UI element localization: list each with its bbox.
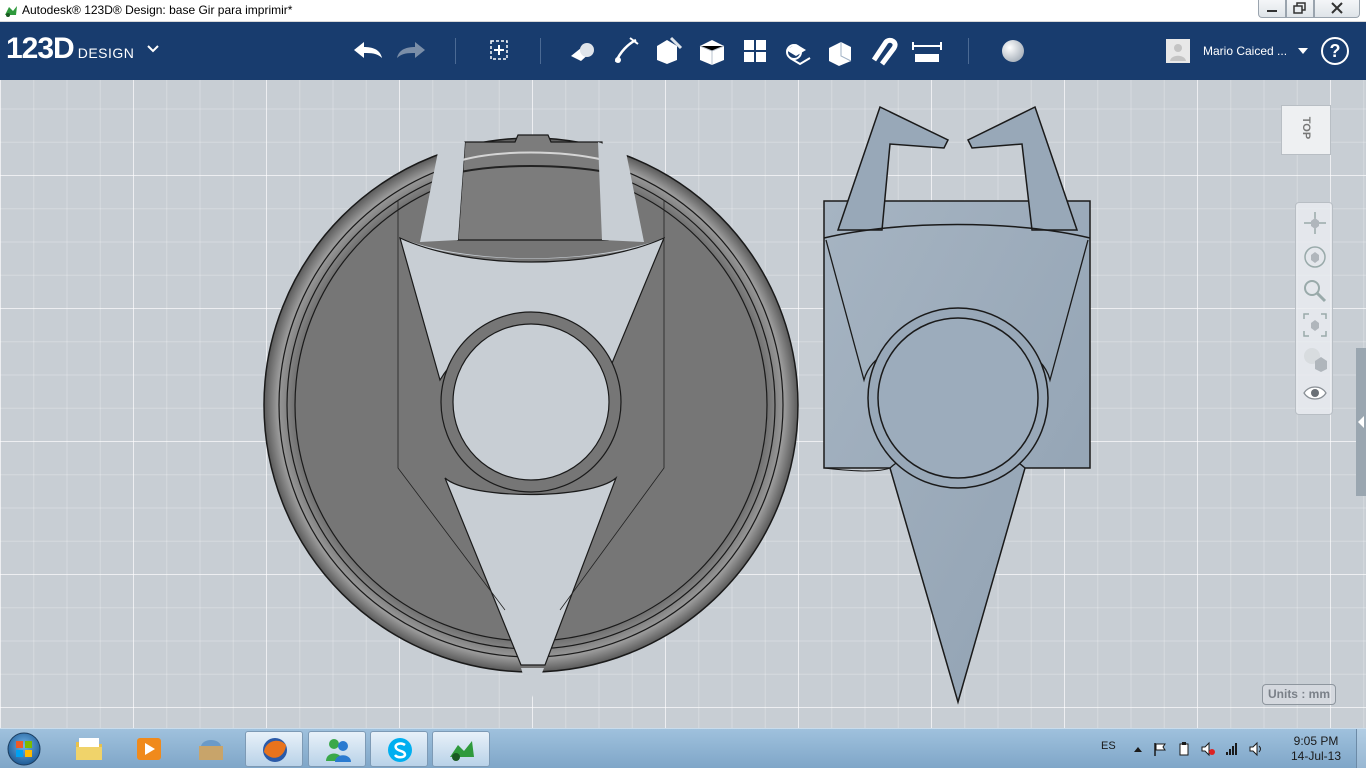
close-button[interactable] [1314,0,1360,18]
show-hidden-icons-icon[interactable] [1130,741,1146,757]
zoom-icon[interactable] [1301,277,1329,305]
app-toolbar: 123D DESIGN Mario Caiced ... ? [0,22,1366,80]
network-signal-icon[interactable] [1224,741,1240,757]
start-button[interactable] [3,730,45,768]
taskbar-123d-design[interactable] [432,731,490,767]
toolbar-separator [968,38,969,64]
orbit-icon[interactable] [1301,243,1329,271]
user-name[interactable]: Mario Caiced ... [1203,44,1287,58]
chevron-left-icon [1358,416,1364,428]
messenger-icon [326,739,351,762]
combine-icon[interactable] [823,34,859,68]
redo-icon[interactable] [393,34,429,68]
grouping-icon[interactable] [780,34,816,68]
sketch-icon[interactable] [608,34,644,68]
app-menu-button[interactable]: 123D DESIGN [6,32,159,66]
firefox-icon [263,738,287,762]
pan-icon[interactable] [1301,209,1329,237]
logo-number: 123D [6,32,75,65]
undo-icon[interactable] [350,34,386,68]
primitives-icon[interactable] [565,34,601,68]
toolbar-separator [540,38,541,64]
snap-icon[interactable] [866,34,902,68]
user-icon [1170,44,1186,61]
taskbar-messenger[interactable] [308,731,366,767]
measure-icon[interactable] [909,34,945,68]
123d-app-icon [5,6,17,17]
model-part-right[interactable] [823,105,1091,705]
minimize-button[interactable] [1258,0,1286,18]
taskbar-skype[interactable] [370,731,428,767]
title-bar: Autodesk® 123D® Design: base Gir para im… [0,0,1366,22]
construct-icon[interactable] [651,34,687,68]
taskbar-firefox[interactable] [245,731,303,767]
3d-viewport[interactable]: TOP Units : mm [0,80,1366,728]
toolbar-separator [455,38,456,64]
show-desktop-button[interactable] [1356,729,1366,768]
restore-icon [1293,2,1306,14]
device-icon[interactable] [1176,741,1192,757]
navigation-bar [1295,202,1333,415]
archive-icon [199,740,223,760]
taskbar-explorer[interactable] [60,731,118,767]
taskbar-archive[interactable] [182,731,240,767]
scene-canvas[interactable] [0,80,1366,728]
explorer-icon [76,738,102,760]
minimize-icon [1267,10,1277,12]
visual-style-icon[interactable] [1301,345,1329,373]
caret-down-icon[interactable] [1298,48,1308,54]
logo-word: DESIGN [77,45,135,61]
system-clock[interactable]: 9:05 PM 14-Jul-13 [1276,734,1356,764]
window-title: Autodesk® 123D® Design: base Gir para im… [22,3,293,17]
view-cube-label: TOP [1300,116,1312,140]
model-part-left[interactable] [263,134,799,700]
speaker-icon[interactable] [1248,741,1264,757]
windows-taskbar: ES 9:05 PM 14-Jul-13 [0,728,1366,768]
clock-time: 9:05 PM [1293,734,1339,748]
123d-design-icon [450,741,474,761]
view-cube[interactable]: TOP [1281,105,1331,155]
chevron-down-icon [147,45,159,53]
restore-button[interactable] [1286,0,1314,18]
clock-date: 14-Jul-13 [1290,749,1342,763]
media-player-icon [137,738,161,760]
help-button[interactable]: ? [1321,37,1349,65]
skype-icon [388,738,412,762]
action-center-flag-icon[interactable] [1152,741,1168,757]
side-panel-toggle[interactable] [1356,348,1366,496]
volume-muted-icon[interactable] [1200,741,1216,757]
avatar[interactable] [1166,39,1190,63]
units-indicator[interactable]: Units : mm [1262,684,1336,705]
close-icon [1331,2,1343,14]
taskbar-media-player[interactable] [120,731,178,767]
visibility-icon[interactable] [1301,379,1329,407]
fit-icon[interactable] [1301,311,1329,339]
modify-icon[interactable] [694,34,730,68]
language-indicator[interactable]: ES [1101,740,1116,752]
pattern-icon[interactable] [737,34,773,68]
transform-icon[interactable] [482,34,518,68]
material-icon[interactable] [995,34,1031,68]
